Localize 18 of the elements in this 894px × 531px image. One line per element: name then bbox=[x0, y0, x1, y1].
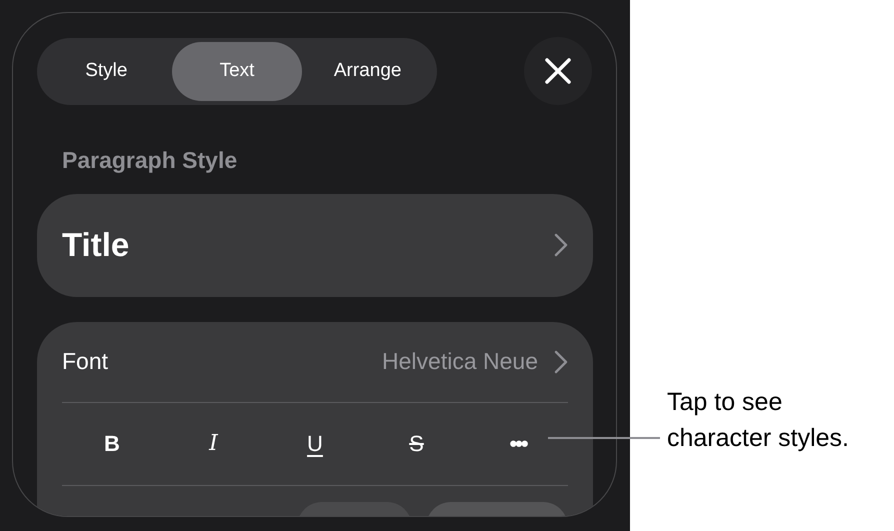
paragraph-style-value: Title bbox=[62, 225, 130, 266]
tab[interactable]: Arrange bbox=[302, 42, 434, 100]
font-label: Font bbox=[62, 347, 108, 376]
format-button[interactable]: B bbox=[90, 422, 134, 466]
close-icon bbox=[544, 57, 572, 85]
callout-text: Tap to see character styles. bbox=[667, 387, 850, 454]
font-value: Helvetica Neue bbox=[382, 347, 538, 376]
tab[interactable]: Style bbox=[41, 42, 172, 100]
format-button[interactable]: U bbox=[293, 422, 337, 466]
section-heading: Paragraph Style bbox=[62, 146, 238, 175]
format-button[interactable]: I bbox=[192, 422, 236, 466]
format-button[interactable]: ••• bbox=[496, 422, 540, 466]
chevron-right-icon bbox=[554, 350, 568, 374]
tab[interactable]: Text bbox=[172, 42, 302, 100]
format-button[interactable]: S bbox=[394, 422, 438, 466]
font-row[interactable]: Font Helvetica Neue bbox=[62, 322, 568, 402]
chevron-right-icon bbox=[554, 233, 568, 257]
paragraph-style-row[interactable]: Title bbox=[37, 194, 593, 296]
